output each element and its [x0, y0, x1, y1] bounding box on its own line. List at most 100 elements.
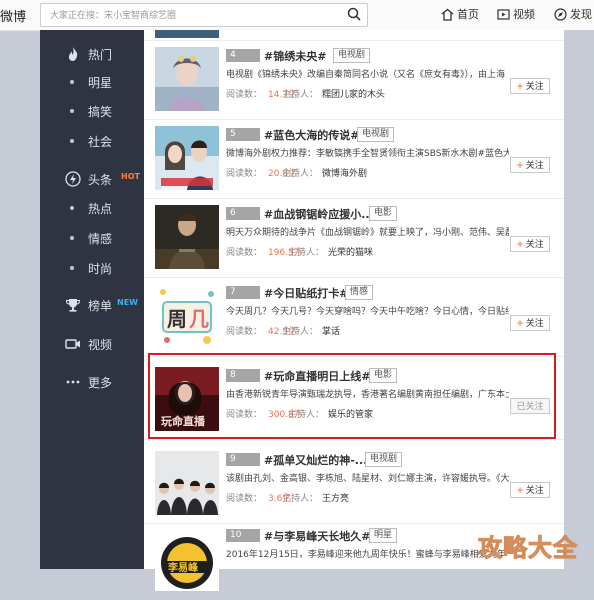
search-input[interactable]	[48, 7, 342, 24]
topic-card[interactable]: 9 #孤单又灿烂的神-... 电视剧 该剧由孔刘、金高银、李栋旭、陆星材、刘仁娜…	[144, 448, 564, 524]
top-bar: 微博 首页 视频 发现	[0, 0, 594, 31]
topic-description: 2016年12月15日，李易峰迎来他九周年快乐！蜜蜂与李易峰相爱九年	[226, 550, 506, 560]
nav-home[interactable]: 首页	[441, 6, 479, 22]
topic-title[interactable]: #今日贴纸打卡#	[264, 285, 348, 301]
nav-video[interactable]: 视频	[497, 6, 535, 22]
sidebar-item-funny[interactable]: 搞笑	[40, 99, 144, 123]
host-name[interactable]: 微博海外剧	[322, 169, 367, 179]
sidebar-item-label: 搞笑	[88, 105, 113, 119]
topic-title[interactable]: #与李易峰天长地久#	[264, 528, 370, 544]
topic-description: 今天周几？今天几号？今天穿啥吗？今天中午吃啥？今日心情，今日贴纸	[226, 307, 509, 317]
sidebar-item-rankings[interactable]: 榜单 NEW	[40, 293, 144, 317]
topic-thumbnail[interactable]: 李易峰	[155, 527, 219, 591]
host-info: 主持人： 微博海外剧	[282, 166, 482, 179]
follow-label: 关注	[525, 82, 544, 92]
topic-title[interactable]: #锦绣未央#	[264, 48, 326, 64]
divider	[144, 198, 564, 199]
plus-icon: +	[516, 240, 524, 250]
topic-list: 4 #锦绣未央# 电视剧 电视剧《锦绣未央》改编自秦简同名小说（又名《庶女有毒》…	[144, 30, 564, 591]
category-tag[interactable]: 明星	[369, 528, 398, 543]
sidebar-item-fashion[interactable]: 时尚	[40, 256, 144, 280]
video-icon	[65, 339, 80, 349]
sidebar-item-more[interactable]: 更多	[40, 370, 144, 394]
topic-card[interactable]: 4 #锦绣未央# 电视剧 电视剧《锦绣未央》改编自秦简同名小说（又名《庶女有毒》…	[144, 44, 564, 120]
bullet-dot	[70, 80, 74, 84]
topic-thumbnail[interactable]	[155, 47, 219, 111]
sidebar-item-trending[interactable]: 热点	[40, 196, 144, 220]
topic-description: 该剧由孔刘、金高银、李栋旭、陆星材、刘仁娜主演，许容媛执导。《大	[226, 474, 509, 484]
hot-badge: HOT	[121, 172, 140, 181]
plus-icon: +	[516, 486, 524, 496]
plus-icon: +	[516, 161, 524, 171]
follow-button[interactable]: + 关注	[510, 482, 550, 498]
follow-button[interactable]: + 关注	[510, 78, 550, 94]
category-tag[interactable]: 情感	[345, 285, 374, 300]
topic-title[interactable]: #孤单又灿烂的神-...	[264, 452, 367, 468]
topic-thumbnail[interactable]	[155, 451, 219, 515]
sidebar-item-label: 热点	[88, 202, 113, 216]
thumbnail-image	[155, 47, 219, 111]
bolt-icon	[65, 171, 81, 187]
host-name[interactable]: 掌话	[322, 327, 340, 337]
bullet-dot	[70, 139, 74, 143]
nav-video-label: 视频	[513, 8, 535, 21]
topic-title[interactable]: #血战钢锯岭应援小...	[264, 206, 374, 222]
topic-card[interactable]: 周几 7 #今日贴纸打卡# 情感 今天周几？今天几号？今天穿啥吗？今天中午吃啥？…	[144, 281, 564, 357]
home-icon	[441, 8, 454, 21]
read-count-label: 阅读数：	[226, 327, 263, 337]
sidebar-item-label: 热门	[88, 48, 113, 62]
divider	[144, 119, 564, 120]
thumbnail-image	[155, 205, 219, 269]
sidebar-item-headlines[interactable]: 头条 HOT	[40, 167, 144, 191]
category-tag[interactable]: 电视剧	[365, 452, 403, 467]
nav-discover[interactable]: 发现	[554, 6, 592, 22]
sidebar-item-emotion[interactable]: 情感	[40, 226, 144, 250]
topic-thumbnail[interactable]	[155, 205, 219, 269]
host-name[interactable]: 光荣的猫咪	[328, 248, 373, 258]
sidebar-item-label: 榜单	[88, 299, 113, 313]
search-box[interactable]	[40, 3, 368, 27]
category-tag[interactable]: 电视剧	[333, 48, 371, 63]
weibo-logo[interactable]: 微博	[0, 6, 26, 25]
sidebar-item-label: 更多	[88, 376, 113, 390]
sidebar-item-label: 社会	[88, 135, 113, 149]
rank-badge: 10	[226, 529, 260, 542]
topic-meta: 阅读数： 20.8亿 主持人： 微博海外剧	[226, 166, 367, 179]
right-background	[564, 30, 594, 569]
watermark: 攻略大全	[478, 534, 578, 563]
topic-title[interactable]: #蓝色大海的传说#	[264, 127, 359, 143]
trophy-icon	[65, 299, 81, 312]
sidebar-item-hot[interactable]: 热门	[40, 42, 144, 66]
topic-meta: 阅读数： 3.6亿 主持人： 王方亮	[226, 491, 349, 504]
svg-text:几: 几	[189, 307, 209, 331]
topic-thumbnail[interactable]	[155, 126, 219, 190]
sidebar-item-label: 时尚	[88, 262, 113, 276]
topic-card[interactable]: 5 #蓝色大海的传说# 电视剧 微博海外剧权力推荐：李敏镐携手全智贤领衔主演SB…	[144, 123, 564, 199]
fire-icon	[68, 47, 78, 61]
host-info: 主持人： 糯团儿家的木头	[282, 87, 482, 100]
read-count-label: 阅读数：	[226, 169, 263, 179]
sidebar-item-label: 明星	[88, 76, 113, 90]
read-count-label: 阅读数：	[226, 494, 263, 504]
search-icon[interactable]	[347, 7, 361, 21]
follow-button[interactable]: + 关注	[510, 236, 550, 252]
thumbnail-image: 周几	[155, 284, 219, 348]
new-badge: NEW	[117, 298, 138, 307]
category-tag[interactable]: 电视剧	[357, 127, 395, 142]
sidebar-item-society[interactable]: 社会	[40, 129, 144, 153]
topic-thumbnail[interactable]: 周几	[155, 284, 219, 348]
host-label: 主持人：	[282, 327, 319, 337]
topic-card[interactable]: 6 #血战钢锯岭应援小... 电影 明天万众期待的战争片《血战钢锯岭》就要上映了…	[144, 202, 564, 278]
host-name[interactable]: 糯团儿家的木头	[322, 90, 385, 100]
highlight-box	[148, 353, 556, 439]
follow-button[interactable]: + 关注	[510, 315, 550, 331]
sidebar-item-label: 情感	[88, 232, 113, 246]
sidebar-item-video[interactable]: 视频	[40, 332, 144, 356]
follow-button[interactable]: + 关注	[510, 157, 550, 173]
divider	[144, 439, 564, 440]
bullet-dot	[70, 206, 74, 210]
sidebar-item-stars[interactable]: 明星	[40, 70, 144, 94]
sidebar: 热门 明星 搞笑 社会 头条 HOT 热点 情感 时尚 榜单 NEW 视频 更多	[40, 30, 144, 569]
category-tag[interactable]: 电影	[369, 206, 398, 221]
host-name[interactable]: 王方亮	[322, 494, 349, 504]
